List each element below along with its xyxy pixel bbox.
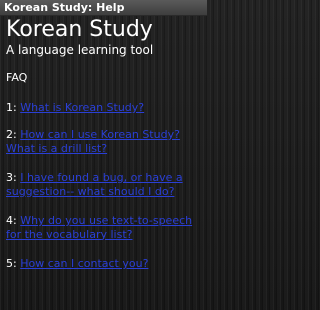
window-title-bar: Korean Study: Help — [0, 0, 207, 16]
faq-link-contact[interactable]: How can I contact you? — [20, 257, 148, 270]
faq-number: 4: — [6, 214, 21, 227]
window-title: Korean Study: Help — [4, 1, 125, 14]
faq-number: 1: — [6, 101, 21, 114]
faq-number: 3: — [6, 171, 21, 184]
faq-link-what-is-korean-study[interactable]: What is Korean Study? — [20, 101, 144, 114]
faq-link-text-to-speech[interactable]: Why do you use text-to-speech for the vo… — [6, 214, 192, 241]
app-subtitle: A language learning tool — [6, 43, 154, 57]
faq-item-1: 1: What is Korean Study? — [6, 101, 204, 115]
faq-link-bug-or-suggestion[interactable]: I have found a bug, or have a suggestion… — [6, 171, 183, 198]
help-content: Korean Study A language learning tool FA… — [6, 17, 204, 270]
faq-number: 2: — [6, 128, 21, 141]
faq-item-4: 4: Why do you use text-to-speech for the… — [6, 214, 204, 241]
faq-item-5: 5: How can I contact you? — [6, 257, 204, 271]
faq-heading: FAQ — [6, 71, 28, 84]
faq-item-2: 2: How can I use Korean Study? What is a… — [6, 128, 204, 155]
app-title: Korean Study — [6, 17, 153, 42]
faq-item-3: 3: I have found a bug, or have a suggest… — [6, 171, 204, 198]
faq-number: 5: — [6, 257, 21, 270]
faq-link-how-to-use[interactable]: How can I use Korean Study? What is a dr… — [6, 128, 180, 155]
